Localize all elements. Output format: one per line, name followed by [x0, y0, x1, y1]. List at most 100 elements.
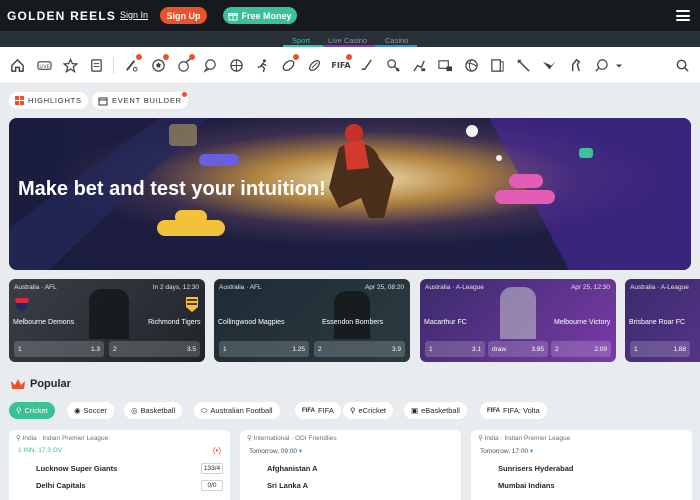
match-league-label: India · Indian Premier League — [22, 435, 109, 442]
sport-tab-label: eBasketball — [421, 406, 460, 415]
match-status: 1 INN, 17.3 OV — [18, 447, 63, 454]
odds-button-2[interactable]: 2 2.09 — [551, 341, 611, 357]
sport-tab-cricket[interactable]: ⚲ Cricket — [9, 402, 55, 419]
match-status-label: Tomorrow, 09:00 — [249, 448, 298, 455]
esports-icon[interactable] — [489, 57, 505, 73]
odds-button-2[interactable]: 2 3.5 — [109, 341, 200, 357]
section-tabs: Sport Live Casino Casino — [0, 31, 700, 47]
top-bar: GOLDEN REELS Sign In Sign Up Free Money — [0, 0, 700, 31]
horse-racing-icon[interactable] — [411, 57, 427, 73]
match-card[interactable]: Australia · AFL Apr 25, 08:20 Collingwoo… — [214, 279, 410, 362]
fifa-icon[interactable]: FIFA — [331, 54, 352, 73]
sport-tab-label: Soccer — [83, 406, 107, 415]
match-status: Tomorrow, 17:00 ▾ — [480, 447, 533, 455]
menu-icon[interactable] — [676, 10, 690, 21]
richmond-tigers-logo — [186, 297, 198, 312]
fifa-volta-icon[interactable] — [437, 57, 453, 73]
sport-tab-soccer[interactable]: ◉ Soccer — [67, 402, 114, 419]
event-builder-pill[interactable]: EVENT BUILDER — [92, 92, 188, 109]
sport-tab-ecricket[interactable]: ⚲ eCricket — [343, 402, 394, 419]
team-name: Sri Lanka A — [267, 481, 308, 490]
svg-text:LIVE: LIVE — [39, 63, 49, 69]
runner-icon[interactable] — [254, 57, 270, 73]
logo[interactable]: GOLDEN REELS — [7, 9, 116, 23]
signup-button[interactable]: Sign Up — [160, 7, 207, 24]
odds-button-draw[interactable]: draw 3.95 — [488, 341, 548, 357]
team-score: 133/4 — [201, 463, 223, 474]
player-image — [334, 291, 370, 339]
star-icon[interactable] — [62, 57, 78, 73]
odds-button-1[interactable]: 1 3.1 — [425, 341, 485, 357]
chevron-down-icon[interactable] — [614, 57, 624, 73]
calendar-icon — [98, 97, 108, 105]
horse-icon[interactable] — [567, 57, 583, 73]
match-status: Tomorrow, 09:00 ▾ — [249, 447, 302, 455]
highlights-label: HIGHLIGHTS — [28, 96, 82, 105]
sport-tab-fifa-volta[interactable]: FIFA FIFA: Volta — [480, 402, 547, 419]
search-icon[interactable] — [674, 57, 690, 73]
match-panel[interactable]: ⚲ India · Indian Premier League 1 INN, 1… — [9, 430, 230, 500]
tab-live-casino[interactable]: Live Casino — [328, 36, 367, 45]
mma-icon[interactable] — [541, 57, 557, 73]
sport-tab-fifa[interactable]: FIFA FIFA — [295, 402, 341, 419]
cricket-icon[interactable] — [123, 54, 142, 73]
player-image — [89, 289, 129, 339]
signin-link[interactable]: Sign In — [120, 10, 148, 20]
match-panel[interactable]: ⚲ International · ODI Friendlies Tomorro… — [240, 430, 461, 500]
highlights-pill[interactable]: HIGHLIGHTS — [9, 92, 88, 109]
crown-icon — [11, 379, 25, 389]
basketball-cricket-icon[interactable] — [176, 54, 195, 73]
basketball-icon: ◎ — [131, 406, 138, 415]
sport-tab-label: FIFA: Volta — [503, 406, 540, 415]
odds-button-1[interactable]: 1 1.25 — [219, 341, 309, 357]
hockey-icon[interactable] — [359, 57, 375, 73]
odds-button-2[interactable]: 2 3.9 — [314, 341, 405, 357]
rugby-icon[interactable] — [306, 57, 322, 73]
live-stream-icon: (•) — [212, 446, 221, 455]
odds-button-1[interactable]: 1 1.88 — [630, 341, 690, 357]
soccer-icon[interactable] — [150, 54, 169, 73]
team-name: Afghanistan A — [267, 464, 318, 473]
chat-icon[interactable] — [202, 57, 218, 73]
sport-tab-label: Australian Football — [210, 406, 273, 415]
australian-football-icon[interactable] — [280, 54, 299, 73]
home-team: Macarthur FC — [424, 319, 467, 326]
sport-tab-basketball[interactable]: ◎ Basketball — [124, 402, 183, 419]
volleyball-icon[interactable] — [463, 57, 479, 73]
match-card[interactable]: Australia · AFL In 2 days, 12:30 Melbour… — [9, 279, 205, 362]
tab-sport[interactable]: Sport — [292, 36, 310, 45]
fifa-label: FIFA — [331, 60, 351, 70]
match-panel[interactable]: ⚲ India · Indian Premier League Tomorrow… — [471, 430, 692, 500]
sport-tab-label: eCricket — [358, 406, 387, 415]
badminton-icon[interactable] — [593, 57, 609, 73]
betslip-icon[interactable] — [88, 57, 104, 73]
match-league-label: International · ODI Friendlies — [253, 435, 337, 442]
home-icon[interactable] — [9, 57, 25, 73]
match-card[interactable]: Australia · A-League Brisbane Roar FC 11… — [625, 279, 700, 362]
odds-button-1[interactable]: 1 1.3 — [14, 341, 104, 357]
odds-key: 1 — [18, 345, 22, 353]
stick-icon[interactable] — [515, 57, 531, 73]
sport-tab-australian-football[interactable]: ⬭ Australian Football — [194, 402, 280, 419]
sport-tab-ebasketball[interactable]: ▣ eBasketball — [404, 402, 467, 419]
tennis-icon[interactable] — [385, 57, 401, 73]
home-team: Melbourne Demons — [13, 319, 75, 326]
gift-icon — [228, 12, 239, 20]
odds-value: 3.9 — [391, 345, 401, 353]
soccer-icon: ◉ — [74, 406, 81, 415]
odds-key: 1 — [429, 345, 433, 353]
team-name: Sunrisers Hyderabad — [498, 464, 574, 473]
australian-football-icon: ⬭ — [201, 405, 208, 415]
team-name: Lucknow Super Giants — [36, 464, 118, 473]
event-builder-label: EVENT BUILDER — [112, 96, 182, 105]
shirt-icon: ▾ — [529, 448, 534, 455]
sport-tab-label: Basketball — [140, 406, 176, 415]
tab-casino[interactable]: Casino — [385, 36, 408, 45]
live-icon[interactable]: LIVE — [36, 57, 52, 73]
free-money-button[interactable]: Free Money — [223, 7, 297, 24]
match-card[interactable]: Australia · A-League Apr 25, 12:30 Macar… — [420, 279, 616, 362]
home-team: Brisbane Roar FC — [629, 319, 686, 326]
promo-banner[interactable]: Make bet and test your intuition! — [9, 118, 691, 270]
basketball-icon[interactable] — [228, 57, 244, 73]
fifa-icon: FIFA — [302, 407, 315, 414]
